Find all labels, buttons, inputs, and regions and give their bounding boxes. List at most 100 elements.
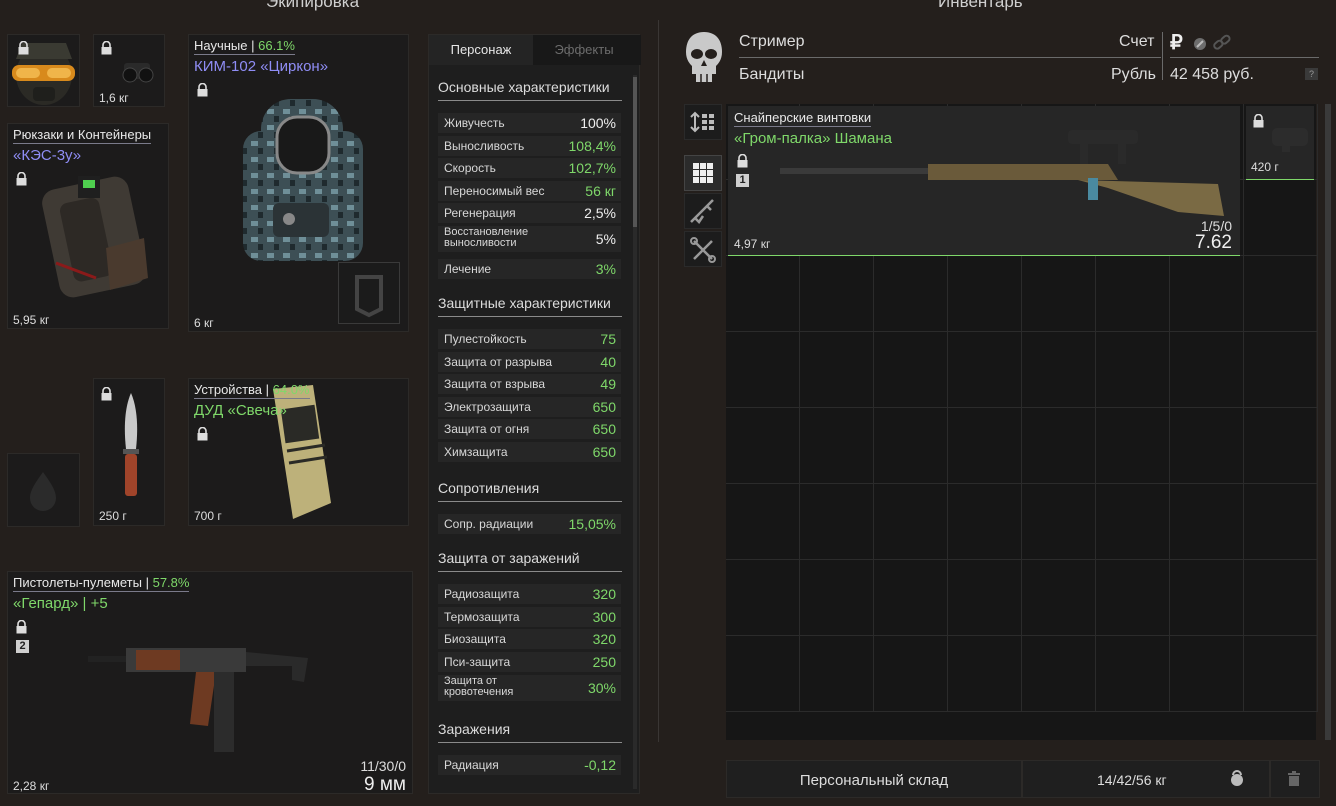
tools-filter-button[interactable] [684, 231, 722, 267]
inventory-cell[interactable] [1022, 256, 1096, 332]
stat-label: Защита от огня [444, 422, 530, 436]
weapons-filter-button[interactable] [684, 193, 722, 229]
inventory-cell[interactable] [948, 332, 1022, 408]
inventory-cell[interactable] [1096, 560, 1170, 636]
coin-icon[interactable] [1193, 37, 1207, 51]
inventory-cell[interactable] [948, 560, 1022, 636]
inventory-cell[interactable] [800, 636, 874, 712]
inventory-cell[interactable] [1096, 636, 1170, 712]
stat-value: 40 [600, 354, 616, 370]
inventory-grid[interactable]: Снайперские винтовки «Гром-палка» Шамана… [726, 104, 1318, 740]
inventory-cell[interactable] [1170, 332, 1244, 408]
stat-row: Защита от разрыва 40 [438, 352, 621, 372]
inventory-cell[interactable] [800, 332, 874, 408]
armor-plate-slot[interactable] [338, 262, 400, 324]
stat-row: Живучесть 100% [438, 113, 621, 133]
item-weight: 700 г [194, 509, 222, 523]
inventory-cell[interactable] [948, 484, 1022, 560]
sort-button[interactable] [684, 104, 722, 140]
help-button[interactable]: ? [1305, 68, 1318, 80]
all-items-filter-button[interactable] [684, 155, 722, 191]
inventory-cell[interactable] [1096, 408, 1170, 484]
inventory-cell[interactable] [874, 256, 948, 332]
inventory-cell[interactable] [874, 332, 948, 408]
lock-icon [196, 83, 209, 97]
inventory-cell[interactable] [800, 560, 874, 636]
inventory-cell[interactable] [1022, 332, 1096, 408]
inventory-cell[interactable] [874, 408, 948, 484]
backpack-slot[interactable]: Рюкзаки и Контейнеры «КЭС-3у» 5,95 кг [7, 123, 169, 329]
device-name: ДУД «Свеча» [194, 402, 287, 419]
lock-icon [17, 41, 30, 55]
inventory-cell[interactable] [1170, 256, 1244, 332]
inventory-item-scope[interactable]: 420 г [1246, 106, 1314, 180]
inventory-cell[interactable] [1244, 332, 1318, 408]
inventory-cell[interactable] [1170, 484, 1244, 560]
inventory-cell[interactable] [800, 484, 874, 560]
inventory-cell[interactable] [1022, 636, 1096, 712]
inventory-cell[interactable] [1244, 256, 1318, 332]
inventory-cell[interactable] [800, 256, 874, 332]
suit-category: Научные [194, 38, 248, 53]
inventory-cell[interactable] [948, 408, 1022, 484]
tab-character[interactable]: Персонаж [429, 35, 533, 65]
tab-effects[interactable]: Эффекты [533, 35, 635, 65]
stat-row: Защита от огня 650 [438, 419, 621, 439]
inventory-cell[interactable] [948, 256, 1022, 332]
stat-value: 15,05% [568, 516, 616, 532]
inventory-cell[interactable] [1244, 484, 1318, 560]
stat-label: Восстановление выносливости [444, 226, 529, 249]
stat-value: 300 [592, 609, 616, 625]
inventory-cell[interactable] [948, 636, 1022, 712]
weapon-name: «Гепард» | +5 [13, 595, 108, 612]
inventory-cell[interactable] [1096, 484, 1170, 560]
inventory-cell[interactable] [726, 560, 800, 636]
trash-button[interactable] [1270, 760, 1320, 798]
inventory-cell[interactable] [1244, 560, 1318, 636]
device-slot[interactable]: Устройства | 64.0% ДУД «Свеча» 700 г [188, 378, 409, 526]
stat-value: 320 [592, 631, 616, 647]
tools-icon [690, 237, 716, 263]
inventory-cell[interactable] [726, 484, 800, 560]
inventory-cell[interactable] [726, 332, 800, 408]
inventory-scrollbar[interactable] [1325, 104, 1331, 740]
knife-slot[interactable]: 250 г [93, 378, 165, 526]
inventory-cell[interactable] [1096, 256, 1170, 332]
inventory-cell[interactable] [1244, 636, 1318, 712]
inventory-cell[interactable] [874, 484, 948, 560]
inventory-cell[interactable] [1170, 408, 1244, 484]
helmet-slot[interactable] [7, 34, 80, 107]
equipment-title: Экипировка [266, 0, 360, 11]
secondary-weapon-slot[interactable]: Пистолеты-пулеметы | 57.8% «Гепард» | +5… [7, 571, 413, 795]
inventory-cell[interactable] [1244, 180, 1318, 256]
inventory-cell[interactable] [1096, 332, 1170, 408]
stat-row: Термозащита 300 [438, 607, 621, 627]
inventory-cell[interactable] [1170, 636, 1244, 712]
inventory-cell[interactable] [726, 636, 800, 712]
stat-value: 102,7% [568, 160, 616, 176]
ruble-icon[interactable]: ₽ [1170, 30, 1183, 55]
separator: | [141, 575, 153, 590]
link-icon[interactable] [1212, 34, 1232, 52]
inventory-cell[interactable] [874, 560, 948, 636]
detector-slot[interactable] [7, 453, 80, 527]
inventory-cell[interactable] [726, 256, 800, 332]
inventory-cell[interactable] [1022, 560, 1096, 636]
personal-stash-button[interactable]: Персональный склад [726, 760, 1022, 798]
inventory-cell[interactable] [874, 636, 948, 712]
inventory-cell[interactable] [1022, 408, 1096, 484]
column-divider [658, 20, 659, 742]
inventory-cell[interactable] [726, 408, 800, 484]
stat-label: Защита от кровотечения [444, 675, 514, 698]
stat-row: Лечение 3% [438, 259, 621, 279]
inventory-cell[interactable] [1170, 560, 1244, 636]
night-vision-slot[interactable]: 1,6 кг [93, 34, 165, 107]
inventory-cell[interactable] [1022, 484, 1096, 560]
suit-slot[interactable]: Научные | 66.1% КИМ-102 «Циркон» 6 кг [188, 34, 409, 332]
inventory-cell[interactable] [1244, 408, 1318, 484]
stats-scrollbar-thumb[interactable] [633, 77, 637, 227]
inventory-cell[interactable] [800, 408, 874, 484]
stat-label: Переносимый вес [444, 184, 545, 198]
inventory-item-sniper-rifle[interactable]: Снайперские винтовки «Гром-палка» Шамана… [728, 106, 1240, 256]
ammo-count: 11/30/0 [360, 758, 406, 774]
